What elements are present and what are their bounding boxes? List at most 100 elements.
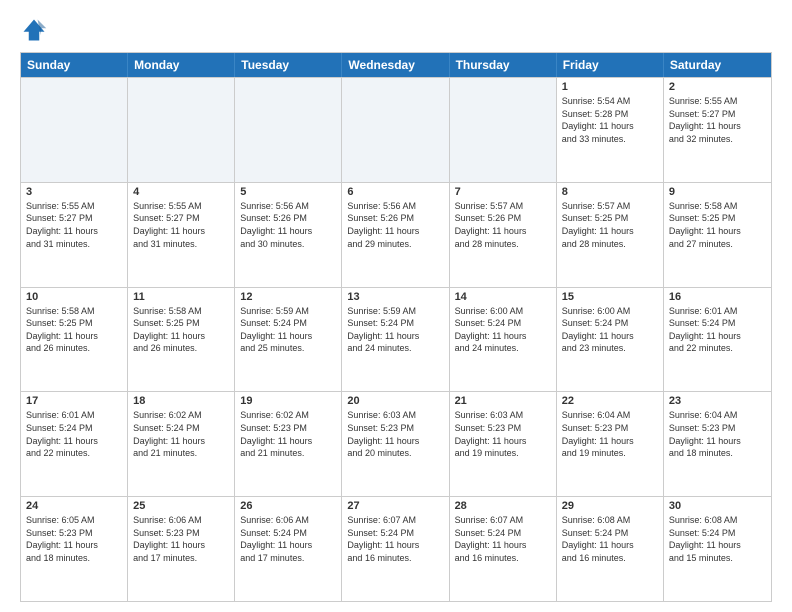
day-number: 18 [133, 395, 229, 407]
calendar-cell: 22 Sunrise: 6:04 AM Sunset: 5:23 PM Dayli… [557, 392, 664, 496]
calendar-cell: 10 Sunrise: 5:58 AM Sunset: 5:25 PM Dayli… [21, 288, 128, 392]
calendar-cell: 19 Sunrise: 6:02 AM Sunset: 5:23 PM Dayli… [235, 392, 342, 496]
cell-info: Sunrise: 6:01 AM Sunset: 5:24 PM Dayligh… [669, 305, 766, 355]
cell-info: Sunrise: 6:06 AM Sunset: 5:23 PM Dayligh… [133, 514, 229, 564]
calendar-cell: 7Sunrise: 5:57 AM Sunset: 5:26 PM Daylig… [450, 183, 557, 287]
calendar-cell: 2 Sunrise: 5:55 AM Sunset: 5:27 PM Daylig… [664, 78, 771, 182]
calendar-cell: 21 Sunrise: 6:03 AM Sunset: 5:23 PM Dayli… [450, 392, 557, 496]
calendar: SundayMondayTuesdayWednesdayThursdayFrid… [20, 52, 772, 602]
day-number: 23 [669, 395, 766, 407]
cell-info: Sunrise: 6:08 AM Sunset: 5:24 PM Dayligh… [562, 514, 658, 564]
day-number: 12 [240, 291, 336, 303]
calendar-header: SundayMondayTuesdayWednesdayThursdayFrid… [21, 53, 771, 77]
calendar-row: 3 Sunrise: 5:55 AM Sunset: 5:27 PM Daylig… [21, 182, 771, 287]
cell-info: Sunrise: 6:07 AM Sunset: 5:24 PM Dayligh… [347, 514, 443, 564]
cell-info: Sunrise: 5:54 AM Sunset: 5:28 PM Dayligh… [562, 95, 658, 145]
calendar-cell: 13 Sunrise: 5:59 AM Sunset: 5:24 PM Dayli… [342, 288, 449, 392]
calendar-cell [21, 78, 128, 182]
day-number: 1 [562, 81, 658, 93]
cell-info: Sunrise: 6:03 AM Sunset: 5:23 PM Dayligh… [347, 409, 443, 459]
calendar-cell: 18 Sunrise: 6:02 AM Sunset: 5:24 PM Dayli… [128, 392, 235, 496]
calendar-cell: 15 Sunrise: 6:00 AM Sunset: 5:24 PM Dayli… [557, 288, 664, 392]
calendar-body: 1 Sunrise: 5:54 AM Sunset: 5:28 PM Daylig… [21, 77, 771, 601]
calendar-cell: 17 Sunrise: 6:01 AM Sunset: 5:24 PM Dayli… [21, 392, 128, 496]
calendar-cell: 3 Sunrise: 5:55 AM Sunset: 5:27 PM Daylig… [21, 183, 128, 287]
cell-info: Sunrise: 6:06 AM Sunset: 5:24 PM Dayligh… [240, 514, 336, 564]
day-number: 24 [26, 500, 122, 512]
header [20, 16, 772, 44]
day-number: 30 [669, 500, 766, 512]
calendar-row: 24 Sunrise: 6:05 AM Sunset: 5:23 PM Dayli… [21, 496, 771, 601]
cell-info: Sunrise: 5:58 AM Sunset: 5:25 PM Dayligh… [133, 305, 229, 355]
calendar-cell: 1 Sunrise: 5:54 AM Sunset: 5:28 PM Daylig… [557, 78, 664, 182]
logo [20, 16, 52, 44]
cell-info: Sunrise: 6:08 AM Sunset: 5:24 PM Dayligh… [669, 514, 766, 564]
calendar-cell: 6 Sunrise: 5:56 AM Sunset: 5:26 PM Daylig… [342, 183, 449, 287]
calendar-row: 17 Sunrise: 6:01 AM Sunset: 5:24 PM Dayli… [21, 391, 771, 496]
day-number: 5 [240, 186, 336, 198]
day-number: 13 [347, 291, 443, 303]
day-number: 11 [133, 291, 229, 303]
day-number: 6 [347, 186, 443, 198]
logo-icon [20, 16, 48, 44]
calendar-cell: 30 Sunrise: 6:08 AM Sunset: 5:24 PM Dayli… [664, 497, 771, 601]
calendar-cell: 26Sunrise: 6:06 AM Sunset: 5:24 PM Dayli… [235, 497, 342, 601]
day-number: 14 [455, 291, 551, 303]
day-number: 19 [240, 395, 336, 407]
day-number: 29 [562, 500, 658, 512]
day-number: 22 [562, 395, 658, 407]
weekday-header: Monday [128, 53, 235, 77]
cell-info: Sunrise: 5:56 AM Sunset: 5:26 PM Dayligh… [347, 200, 443, 250]
cell-info: Sunrise: 6:04 AM Sunset: 5:23 PM Dayligh… [562, 409, 658, 459]
cell-info: Sunrise: 6:01 AM Sunset: 5:24 PM Dayligh… [26, 409, 122, 459]
calendar-cell: 11 Sunrise: 5:58 AM Sunset: 5:25 PM Dayli… [128, 288, 235, 392]
day-number: 28 [455, 500, 551, 512]
cell-info: Sunrise: 5:59 AM Sunset: 5:24 PM Dayligh… [240, 305, 336, 355]
calendar-cell: 16 Sunrise: 6:01 AM Sunset: 5:24 PM Dayli… [664, 288, 771, 392]
cell-info: Sunrise: 5:55 AM Sunset: 5:27 PM Dayligh… [26, 200, 122, 250]
day-number: 21 [455, 395, 551, 407]
day-number: 16 [669, 291, 766, 303]
calendar-cell: 5 Sunrise: 5:56 AM Sunset: 5:26 PM Daylig… [235, 183, 342, 287]
calendar-row: 10 Sunrise: 5:58 AM Sunset: 5:25 PM Dayli… [21, 287, 771, 392]
calendar-cell: 27Sunrise: 6:07 AM Sunset: 5:24 PM Dayli… [342, 497, 449, 601]
calendar-cell: 28 Sunrise: 6:07 AM Sunset: 5:24 PM Dayli… [450, 497, 557, 601]
calendar-cell: 25 Sunrise: 6:06 AM Sunset: 5:23 PM Dayli… [128, 497, 235, 601]
cell-info: Sunrise: 5:58 AM Sunset: 5:25 PM Dayligh… [669, 200, 766, 250]
calendar-cell: 14 Sunrise: 6:00 AM Sunset: 5:24 PM Dayli… [450, 288, 557, 392]
cell-info: Sunrise: 5:59 AM Sunset: 5:24 PM Dayligh… [347, 305, 443, 355]
cell-info: Sunrise: 6:00 AM Sunset: 5:24 PM Dayligh… [455, 305, 551, 355]
cell-info: Sunrise: 5:56 AM Sunset: 5:26 PM Dayligh… [240, 200, 336, 250]
cell-info: Sunrise: 5:55 AM Sunset: 5:27 PM Dayligh… [133, 200, 229, 250]
cell-info: Sunrise: 6:04 AM Sunset: 5:23 PM Dayligh… [669, 409, 766, 459]
calendar-cell: 9Sunrise: 5:58 AM Sunset: 5:25 PM Daylig… [664, 183, 771, 287]
calendar-cell: 12 Sunrise: 5:59 AM Sunset: 5:24 PM Dayli… [235, 288, 342, 392]
weekday-header: Sunday [21, 53, 128, 77]
cell-info: Sunrise: 5:58 AM Sunset: 5:25 PM Dayligh… [26, 305, 122, 355]
day-number: 4 [133, 186, 229, 198]
calendar-cell: 8Sunrise: 5:57 AM Sunset: 5:25 PM Daylig… [557, 183, 664, 287]
weekday-header: Wednesday [342, 53, 449, 77]
cell-info: Sunrise: 6:05 AM Sunset: 5:23 PM Dayligh… [26, 514, 122, 564]
day-number: 25 [133, 500, 229, 512]
day-number: 17 [26, 395, 122, 407]
cell-info: Sunrise: 5:55 AM Sunset: 5:27 PM Dayligh… [669, 95, 766, 145]
day-number: 3 [26, 186, 122, 198]
calendar-cell: 23 Sunrise: 6:04 AM Sunset: 5:23 PM Dayli… [664, 392, 771, 496]
calendar-cell: 29 Sunrise: 6:08 AM Sunset: 5:24 PM Dayli… [557, 497, 664, 601]
weekday-header: Friday [557, 53, 664, 77]
day-number: 8 [562, 186, 658, 198]
cell-info: Sunrise: 6:00 AM Sunset: 5:24 PM Dayligh… [562, 305, 658, 355]
cell-info: Sunrise: 6:02 AM Sunset: 5:24 PM Dayligh… [133, 409, 229, 459]
day-number: 2 [669, 81, 766, 93]
cell-info: Sunrise: 5:57 AM Sunset: 5:26 PM Dayligh… [455, 200, 551, 250]
cell-info: Sunrise: 6:02 AM Sunset: 5:23 PM Dayligh… [240, 409, 336, 459]
weekday-header: Saturday [664, 53, 771, 77]
calendar-cell: 4 Sunrise: 5:55 AM Sunset: 5:27 PM Daylig… [128, 183, 235, 287]
day-number: 20 [347, 395, 443, 407]
weekday-header: Thursday [450, 53, 557, 77]
day-number: 15 [562, 291, 658, 303]
cell-info: Sunrise: 6:07 AM Sunset: 5:24 PM Dayligh… [455, 514, 551, 564]
cell-info: Sunrise: 6:03 AM Sunset: 5:23 PM Dayligh… [455, 409, 551, 459]
day-number: 10 [26, 291, 122, 303]
